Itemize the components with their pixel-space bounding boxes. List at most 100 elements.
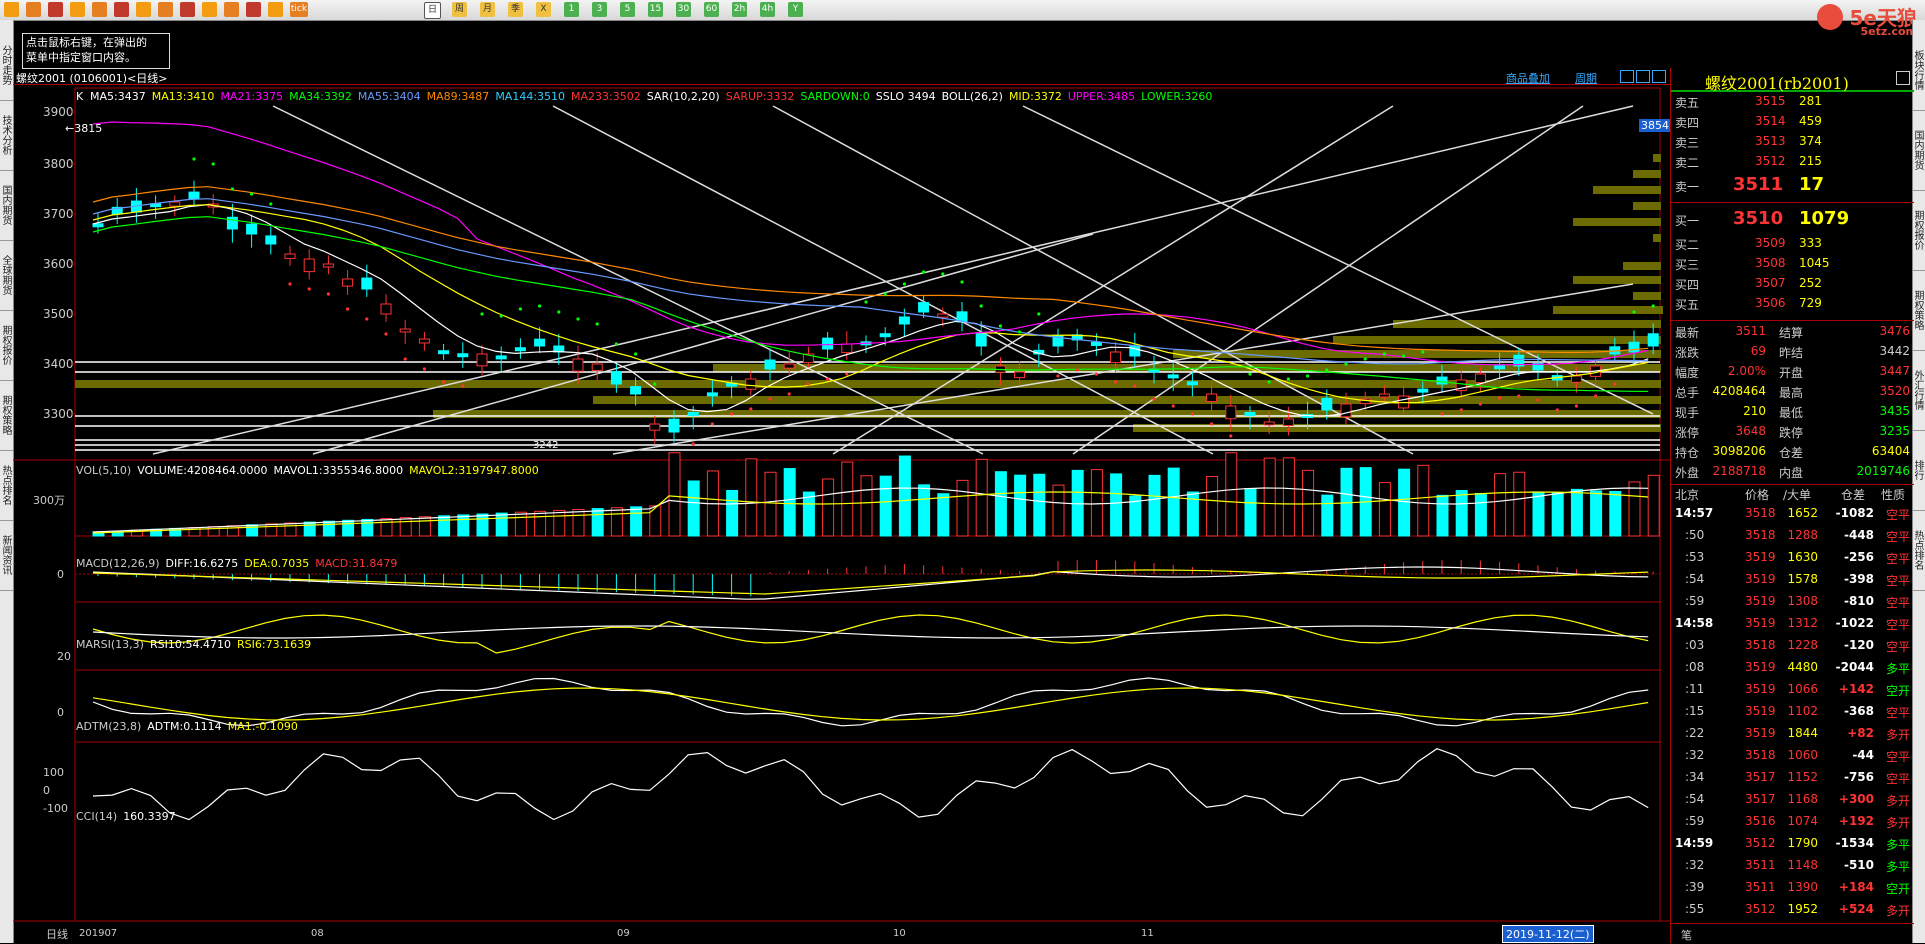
period-button-6[interactable]: 3 <box>592 2 607 17</box>
book-icon[interactable] <box>26 2 41 17</box>
sar-dot <box>902 282 907 286</box>
bid-row[interactable]: 买三 3508 1045 <box>1671 256 1914 276</box>
tick-row[interactable]: :59 3519 1308 -810 空平 <box>1671 594 1914 616</box>
tick-oi-change: -1534 <box>1835 836 1874 850</box>
refresh-icon[interactable] <box>70 2 85 17</box>
period-button-1[interactable]: 周 <box>452 2 467 17</box>
nav-left-button[interactable] <box>1620 70 1634 83</box>
period-button-11[interactable]: 2h <box>732 2 747 17</box>
candle-body <box>438 350 450 355</box>
date-axis-label: 201907 <box>79 928 117 939</box>
left-tab-3[interactable]: 全球期货 <box>0 240 13 311</box>
period-button-0[interactable]: 日 <box>424 2 441 19</box>
sar-dot <box>288 282 292 286</box>
period-button-7[interactable]: 5 <box>620 2 635 17</box>
ask-row[interactable]: 卖四 3514 459 <box>1671 114 1914 134</box>
tick-row[interactable]: :15 3519 1102 -368 空平 <box>1671 704 1914 726</box>
left-tab-6[interactable]: 热点排名 <box>0 450 13 521</box>
tick-price: 3517 <box>1745 770 1776 784</box>
volume-bar <box>361 518 374 537</box>
period-button-12[interactable]: 4h <box>760 2 775 17</box>
sar-dot <box>538 304 542 308</box>
right-tab-3[interactable]: 期权策略 <box>1912 270 1925 351</box>
bid-row[interactable]: 买一 3510 1079 <box>1671 208 1914 229</box>
period-button-2[interactable]: 月 <box>480 2 495 17</box>
bid-label: 买三 <box>1675 258 1700 272</box>
tick-row[interactable]: 14:59 3512 1790 -1534 多平 <box>1671 836 1914 858</box>
left-tab-0[interactable]: 分时走势 <box>0 30 13 101</box>
left-tab-5[interactable]: 期权策略 <box>0 380 13 451</box>
left-tab-4[interactable]: 期权报价 <box>0 310 13 381</box>
left-tab-7[interactable]: 新闻资讯 <box>0 520 13 591</box>
bid-row[interactable]: 买五 3506 729 <box>1671 296 1914 316</box>
candle-body <box>591 363 603 371</box>
period-button-5[interactable]: 1 <box>564 2 579 17</box>
folder-icon[interactable] <box>48 2 63 17</box>
period-button-4[interactable]: X <box>536 2 551 17</box>
nav-right-button[interactable] <box>1636 70 1650 83</box>
right-tab-5[interactable]: 排行 <box>1912 430 1925 511</box>
tick-row[interactable]: :32 3518 1060 -44 空平 <box>1671 748 1914 770</box>
draw-icon[interactable] <box>180 2 195 17</box>
window-icon[interactable] <box>136 2 151 17</box>
tick-row[interactable]: :39 3511 1390 +184 空开 <box>1671 880 1914 902</box>
ask-row[interactable]: 卖三 3513 374 <box>1671 134 1914 154</box>
sar-dot <box>1613 382 1617 386</box>
right-tab-2[interactable]: 期权报价 <box>1912 190 1925 271</box>
right-tab-6[interactable]: 热点排名 <box>1912 510 1925 591</box>
zoom-out-icon[interactable] <box>114 2 129 17</box>
rsi6-line <box>92 614 1649 654</box>
toolbar: tick 日周月季 X 1 3 5 15 30 60 2h 4h Y <box>0 0 1925 21</box>
right-tab-1[interactable]: 国内期货 <box>1912 110 1925 191</box>
candle-body <box>1321 397 1333 411</box>
chart-icon[interactable] <box>268 2 283 17</box>
tick-row[interactable]: 14:58 3519 1312 -1022 空平 <box>1671 616 1914 638</box>
period-button-3[interactable]: 季 <box>508 2 523 17</box>
footer-label: 笔 <box>1681 929 1692 942</box>
right-tab-0[interactable]: 板块行情 <box>1912 30 1925 111</box>
tick-row[interactable]: 14:57 3518 1652 -1082 空平 <box>1671 506 1914 528</box>
tick-row[interactable]: :53 3519 1630 -256 空平 <box>1671 550 1914 572</box>
tick-row[interactable]: :32 3511 1148 -510 多平 <box>1671 858 1914 880</box>
candle-body <box>822 337 834 350</box>
tick-row[interactable]: :55 3512 1952 +524 多开 <box>1671 902 1914 924</box>
tick-row[interactable]: :59 3516 1074 +192 多开 <box>1671 814 1914 836</box>
period-button-8[interactable]: 15 <box>648 2 663 17</box>
kline-chart[interactable]: 3900 3800 3700 3600 3500 3400 3300 ←3815 3242 300… <box>13 84 1670 943</box>
left-tab-2[interactable]: 国内期货 <box>0 170 13 241</box>
period-button-10[interactable]: 60 <box>704 2 719 17</box>
tick-icon[interactable]: tick <box>290 2 308 17</box>
stat-value: 210 <box>1743 404 1766 418</box>
tick-row[interactable]: :11 3519 1066 +142 空开 <box>1671 682 1914 704</box>
quote-close-icon[interactable] <box>1896 71 1910 85</box>
ask-row[interactable]: 卖五 3515 281 <box>1671 94 1914 114</box>
tick-type: 多平 <box>1885 662 1910 676</box>
tick-row[interactable]: :22 3519 1844 +82 多开 <box>1671 726 1914 748</box>
bid-row[interactable]: 买四 3507 252 <box>1671 276 1914 296</box>
ask-row[interactable]: 卖二 3512 215 <box>1671 154 1914 174</box>
tool-icon[interactable] <box>224 2 239 17</box>
period-button-13[interactable]: Y <box>788 2 803 17</box>
right-tab-4[interactable]: 外汇行情 <box>1912 350 1925 431</box>
tick-row[interactable]: :54 3517 1168 +300 多开 <box>1671 792 1914 814</box>
tick-row[interactable]: :54 3519 1578 -398 空平 <box>1671 572 1914 594</box>
period-button-9[interactable]: 30 <box>676 2 691 17</box>
tick-row[interactable]: :03 3518 1228 -120 空平 <box>1671 638 1914 660</box>
filter-icon[interactable] <box>202 2 217 17</box>
tick-price: 3518 <box>1745 506 1776 520</box>
ask-row[interactable]: 卖一 3511 17 <box>1671 174 1914 195</box>
left-tab-1[interactable]: 技术分析 <box>0 100 13 171</box>
tick-row[interactable]: :50 3518 1288 -448 空平 <box>1671 528 1914 550</box>
tick-row[interactable]: :08 3519 4480 -2044 多平 <box>1671 660 1914 682</box>
bid-row[interactable]: 买二 3509 333 <box>1671 236 1914 256</box>
maximize-button[interactable] <box>1652 70 1666 83</box>
tick-oi-change: -120 <box>1843 638 1874 652</box>
zoom-in-icon[interactable] <box>92 2 107 17</box>
sar-dot <box>691 442 695 446</box>
home-icon[interactable] <box>4 2 19 17</box>
candle-body <box>1417 388 1429 393</box>
table-icon[interactable] <box>246 2 261 17</box>
pen-icon[interactable] <box>158 2 173 17</box>
tick-row[interactable]: :34 3517 1152 -756 空平 <box>1671 770 1914 792</box>
sar-dot <box>403 357 407 361</box>
